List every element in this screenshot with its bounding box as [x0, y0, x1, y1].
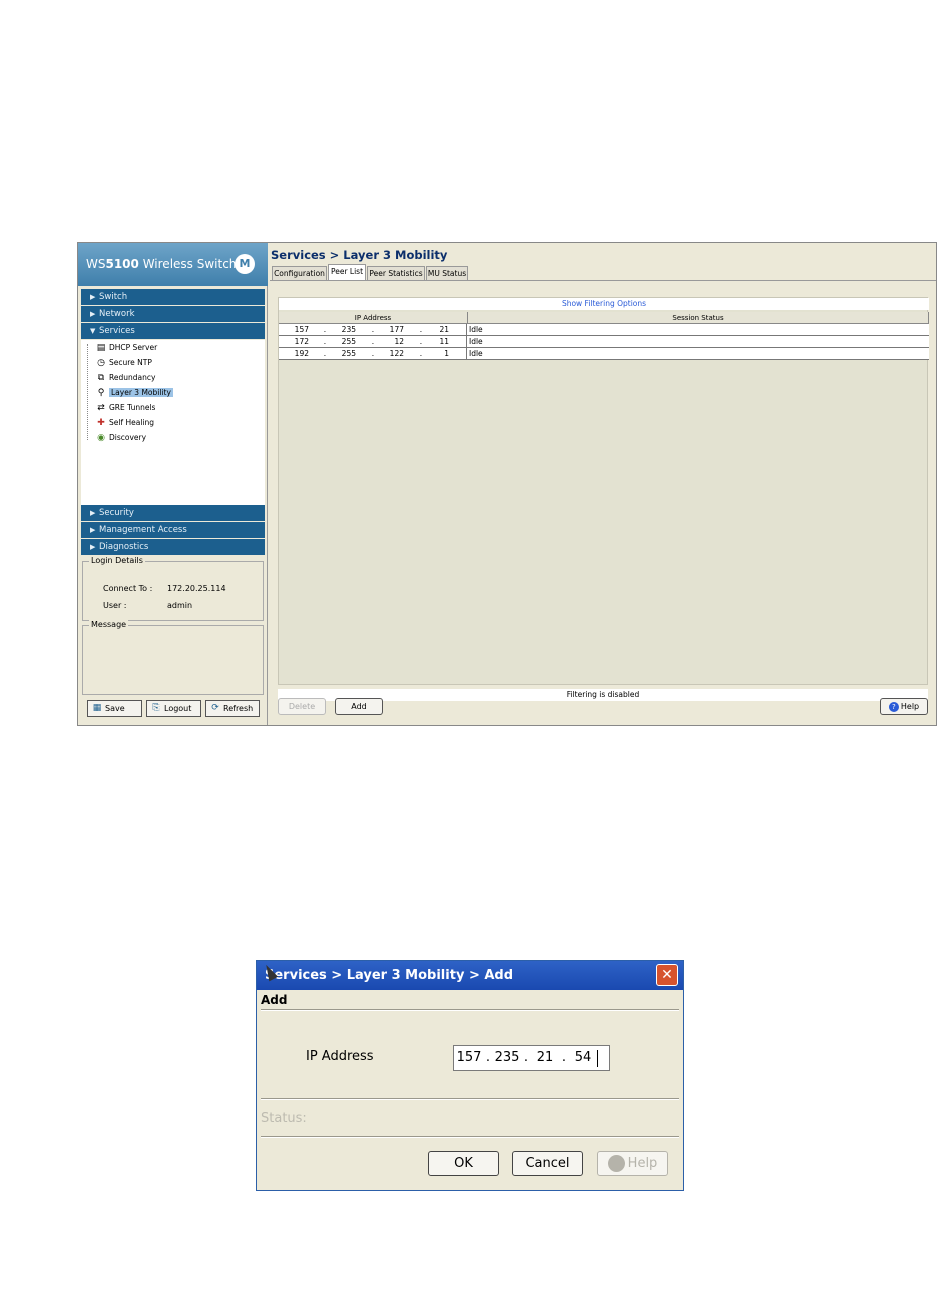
tab-peer-list[interactable]: Peer List	[328, 264, 366, 280]
brand-title: WS5100 Wireless Switch	[86, 257, 237, 271]
server-icon: ▤	[96, 342, 106, 353]
status-label: Status:	[261, 1111, 307, 1126]
tree-item-discovery[interactable]: ◉ Discovery	[95, 431, 146, 445]
tree-item-secure-ntp[interactable]: ◷ Secure NTP	[95, 356, 152, 370]
ip-address-label: IP Address	[306, 1049, 374, 1064]
tree-item-redundancy[interactable]: ⧉ Redundancy	[95, 371, 156, 385]
ip-address-cell: 172. 255. 12. 11	[279, 336, 467, 347]
dialog-title: Services > Layer 3 Mobility > Add	[265, 968, 514, 983]
text-caret	[597, 1050, 598, 1067]
tab-peer-statistics[interactable]: Peer Statistics	[367, 266, 425, 280]
ok-button[interactable]: OK	[428, 1151, 499, 1176]
cancel-button[interactable]: Cancel	[512, 1151, 583, 1176]
close-icon[interactable]: ✕	[656, 964, 678, 986]
divider	[261, 1098, 679, 1100]
tree-item-dhcp-server[interactable]: ▤ DHCP Server	[95, 341, 157, 355]
tree-item-layer3-mobility[interactable]: ⚲ Layer 3 Mobility	[95, 386, 173, 400]
logout-button[interactable]: ⎘ Logout	[146, 700, 201, 717]
column-header-session-status[interactable]: Session Status	[468, 312, 929, 324]
collapse-arrow-icon: ▼	[90, 327, 96, 335]
tunnel-icon: ⇄	[97, 402, 105, 413]
mobility-icon: ⚲	[97, 387, 105, 398]
add-peer-dialog: Services > Layer 3 Mobility > Add ✕ Add …	[256, 960, 684, 1191]
add-button[interactable]: Add	[335, 698, 383, 715]
nav-section-network[interactable]: ▶ Network	[81, 306, 265, 322]
tree-item-gre-tunnels[interactable]: ⇄ GRE Tunnels	[95, 401, 155, 415]
dialog-help-button[interactable]: Help	[597, 1151, 668, 1176]
ip-address-input[interactable]: 157 . 235 . 21 . 54	[453, 1045, 610, 1071]
content-frame: Show Filtering Options IP Address Sessio…	[270, 280, 936, 725]
tab-configuration[interactable]: Configuration	[272, 266, 327, 280]
divider	[261, 1009, 679, 1011]
show-filtering-options-link[interactable]: Show Filtering Options	[279, 298, 929, 310]
table-row[interactable]: 172. 255. 12. 11 Idle	[279, 336, 929, 348]
column-header-ip-address[interactable]: IP Address	[279, 312, 468, 324]
ip-octet-1[interactable]: 157	[456, 1046, 482, 1070]
tree-connector-line	[87, 344, 88, 440]
expand-arrow-icon: ▶	[90, 293, 96, 301]
session-status-cell: Idle	[469, 349, 483, 358]
user-value: admin	[167, 601, 193, 610]
discovery-icon: ◉	[97, 432, 105, 443]
logout-icon: ⎘	[152, 703, 160, 713]
nav-section-management-access[interactable]: ▶ Management Access	[81, 522, 265, 538]
ip-octet-3[interactable]: 21	[532, 1046, 558, 1070]
expand-arrow-icon: ▶	[90, 526, 96, 534]
expand-arrow-icon: ▶	[90, 543, 96, 551]
connect-to-value: 172.20.25.114	[167, 584, 226, 593]
peer-list-panel: Show Filtering Options IP Address Sessio…	[278, 297, 929, 685]
table-row[interactable]: 157. 235. 177. 21 Idle	[279, 324, 929, 336]
tree-item-self-healing[interactable]: ✚ Self Healing	[95, 416, 154, 430]
help-icon: ?	[888, 701, 899, 712]
refresh-icon: ⟳	[211, 703, 219, 713]
connect-to-label: Connect To :	[103, 584, 153, 593]
login-details-group: Login Details Connect To : 172.20.25.114…	[82, 556, 264, 621]
dialog-titlebar[interactable]: Services > Layer 3 Mobility > Add	[257, 961, 683, 990]
session-status-cell: Idle	[469, 337, 483, 346]
save-button[interactable]: ▦ Save	[87, 700, 142, 717]
expand-arrow-icon: ▶	[90, 509, 96, 517]
ip-octet-4[interactable]: 54	[570, 1046, 596, 1070]
message-group: Message	[82, 620, 264, 695]
dialog-heading: Add	[261, 993, 288, 1007]
refresh-button[interactable]: ⟳ Refresh	[205, 700, 260, 717]
help-button[interactable]: ? Help	[880, 698, 928, 715]
delete-button[interactable]: Delete	[278, 698, 326, 715]
table-row[interactable]: 192. 255. 122. 1 Idle	[279, 348, 929, 360]
ip-address-cell: 192. 255. 122. 1	[279, 348, 467, 359]
nav-section-switch[interactable]: ▶ Switch	[81, 289, 265, 305]
nav-section-diagnostics[interactable]: ▶ Diagnostics	[81, 539, 265, 555]
page-title: Services > Layer 3 Mobility	[271, 248, 448, 262]
left-panel: WS5100 Wireless Switch M ▶ Switch ▶ Networ…	[78, 243, 268, 725]
right-panel: Services > Layer 3 Mobility Configuratio…	[270, 243, 936, 725]
expand-arrow-icon: ▶	[90, 310, 96, 318]
clock-icon: ◷	[97, 357, 105, 368]
ip-address-cell: 157. 235. 177. 21	[279, 324, 467, 335]
motorola-logo-icon: M	[235, 254, 255, 274]
services-tree: ▤ DHCP Server ◷ Secure NTP ⧉ Redundancy ⚲ La…	[81, 340, 265, 505]
tab-mu-status[interactable]: MU Status	[426, 266, 468, 280]
healing-icon: ✚	[97, 417, 105, 428]
session-status-cell: Idle	[469, 325, 483, 334]
main-window: WS5100 Wireless Switch M ▶ Switch ▶ Networ…	[77, 242, 937, 726]
nav-section-services[interactable]: ▼ Services	[81, 323, 265, 339]
save-icon: ▦	[92, 703, 102, 713]
redundancy-icon: ⧉	[97, 372, 105, 383]
nav-section-security[interactable]: ▶ Security	[81, 505, 265, 521]
help-icon	[607, 1155, 625, 1172]
ip-octet-2[interactable]: 235	[494, 1046, 520, 1070]
divider	[261, 1136, 679, 1138]
login-details-legend: Login Details	[89, 556, 145, 565]
brand-header: WS5100 Wireless Switch M	[78, 243, 268, 286]
user-label: User :	[103, 601, 127, 610]
message-legend: Message	[89, 620, 129, 629]
